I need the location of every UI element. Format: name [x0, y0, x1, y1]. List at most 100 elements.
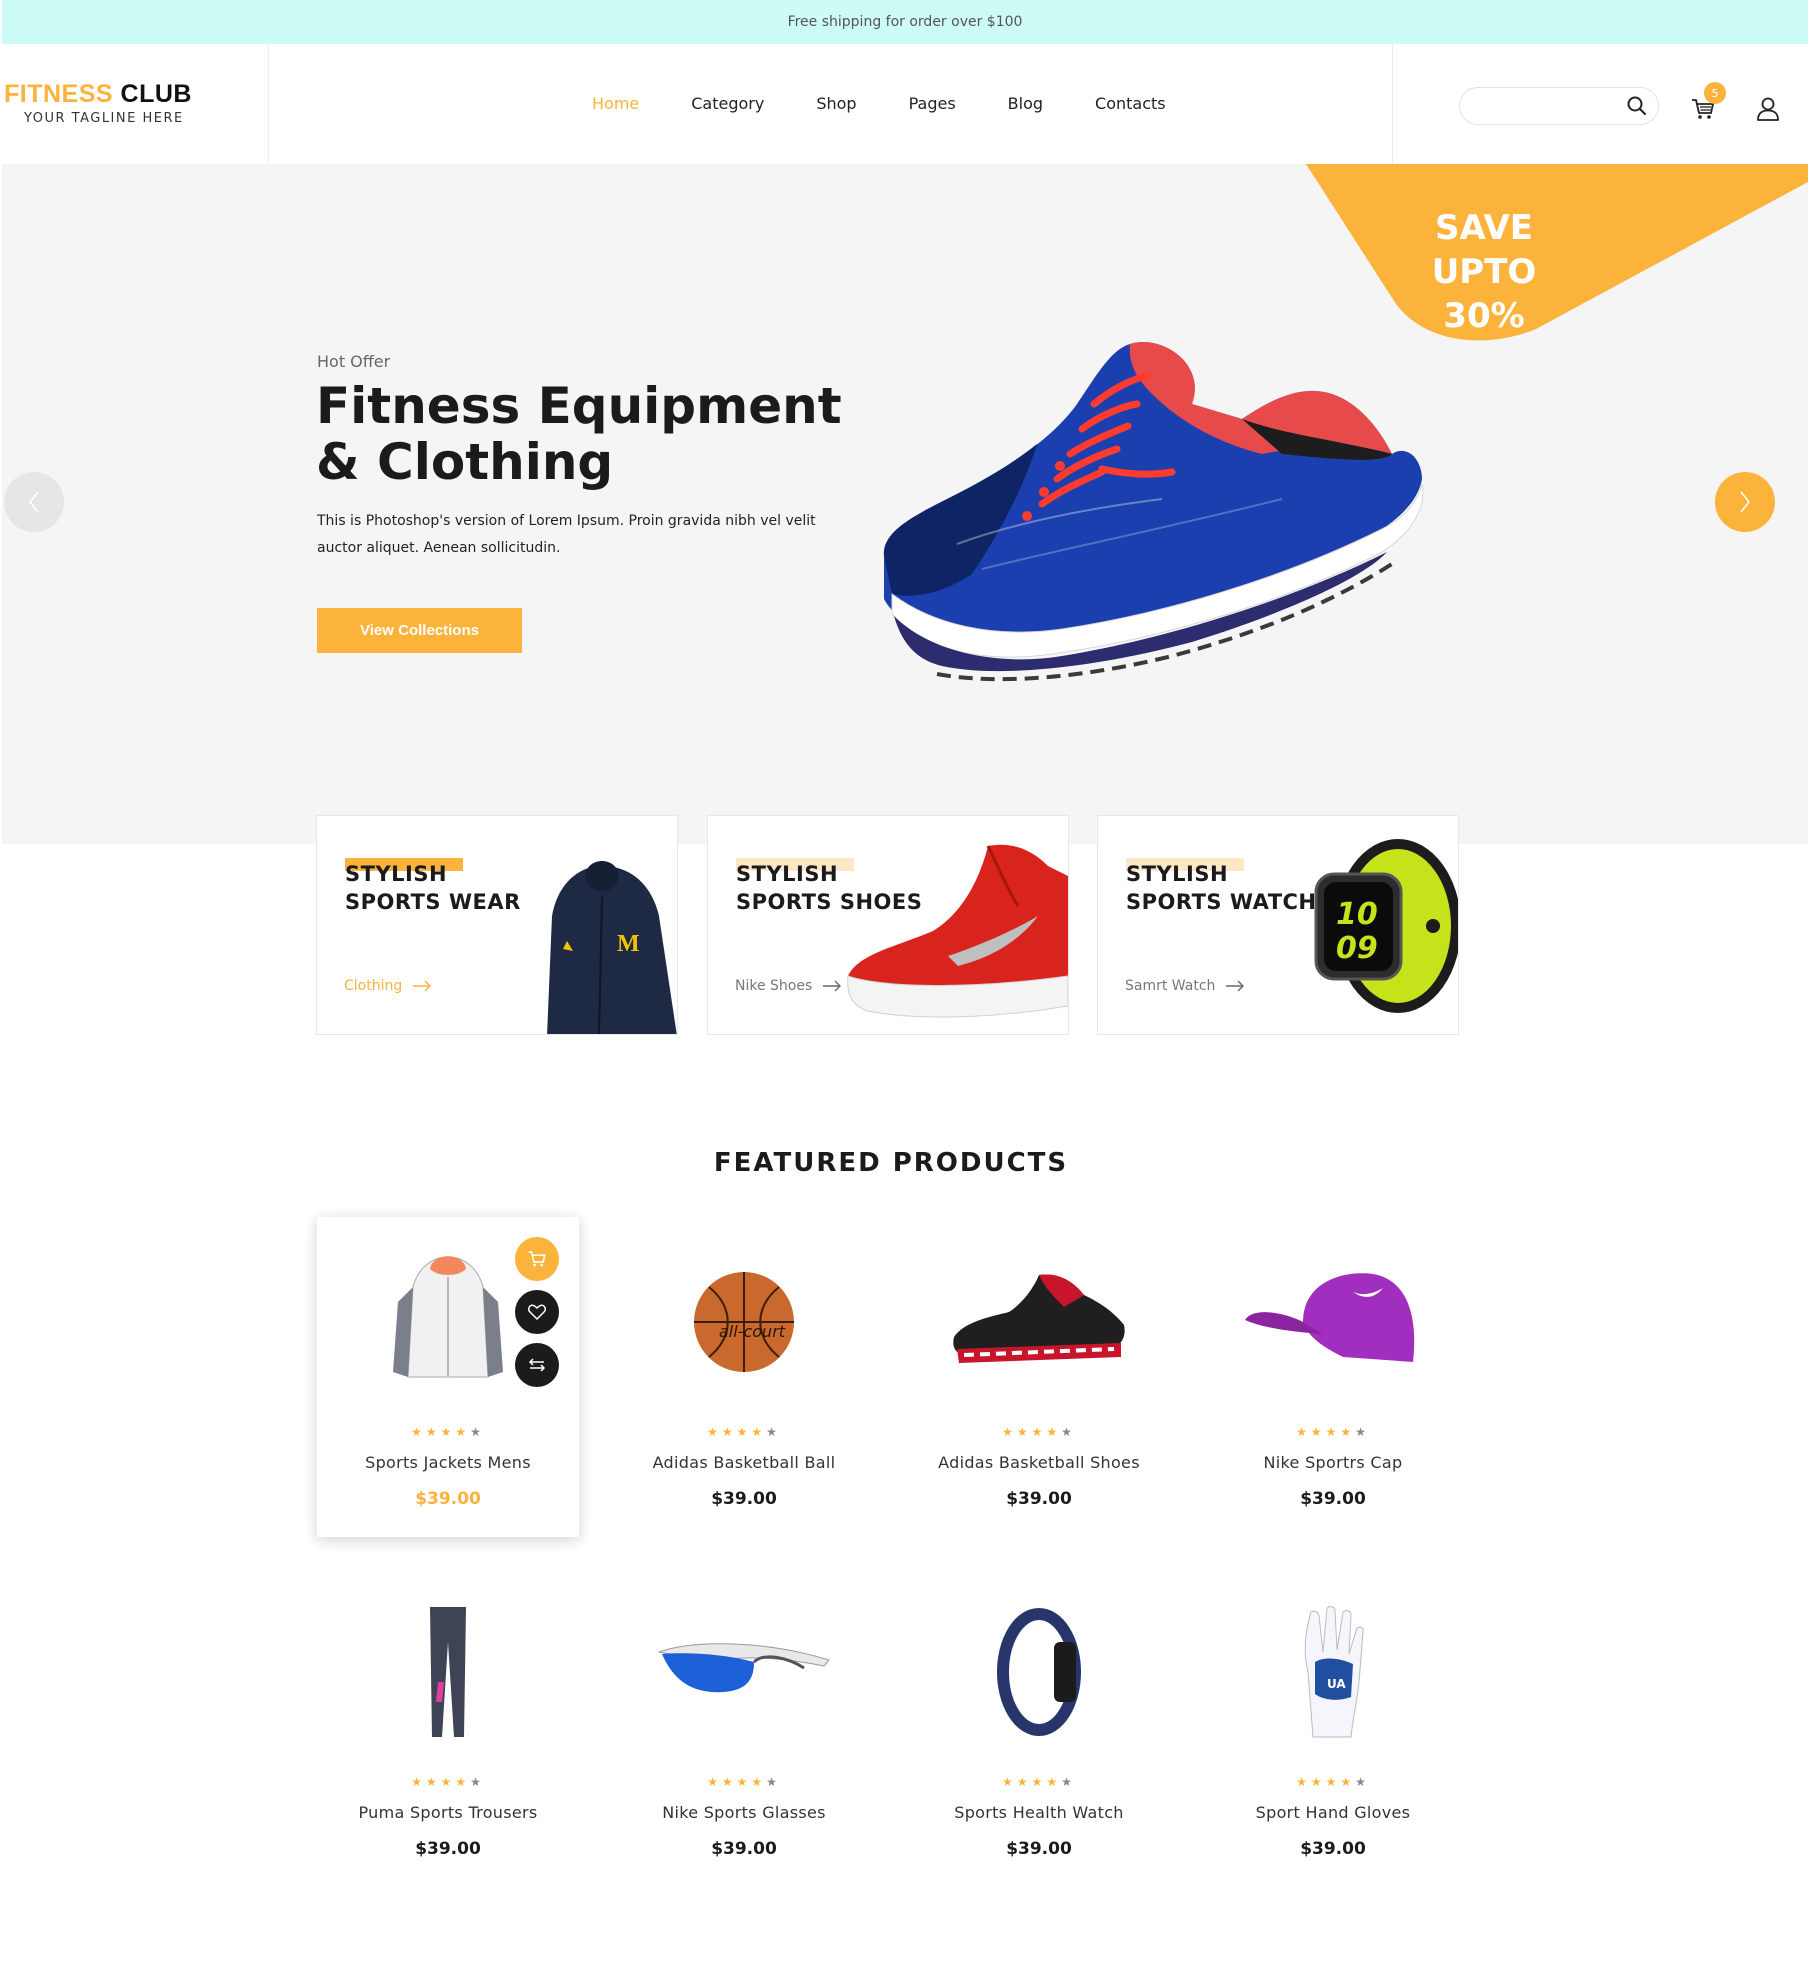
- account-button[interactable]: [1756, 96, 1780, 122]
- hero-title: Fitness Equipment & Clothing: [316, 378, 916, 490]
- hero-description-line-2: auctor aliquet. Aenean sollicitudin.: [317, 540, 561, 556]
- category-title: STYLISH SPORTS WEAR: [345, 860, 521, 916]
- cart-icon: [528, 1251, 546, 1267]
- product-name[interactable]: Adidas Basketball Ball: [583, 1453, 905, 1472]
- product-card[interactable]: ★★★★★ Sports Health Watch $39.00: [908, 1567, 1170, 1887]
- slider-next-button[interactable]: [1715, 472, 1775, 532]
- category-card-sports-wear[interactable]: STYLISH SPORTS WEAR Clothing M: [316, 815, 678, 1035]
- product-name[interactable]: Adidas Basketball Shoes: [878, 1453, 1200, 1472]
- search-input[interactable]: [1476, 96, 1616, 116]
- jacket-icon: [393, 1256, 503, 1378]
- chevron-left-icon: [28, 491, 39, 513]
- svg-text:M: M: [617, 931, 640, 957]
- sneaker-icon: [953, 1274, 1125, 1363]
- logo-word-2: CLUB: [120, 80, 192, 108]
- arrow-right-icon: [1226, 980, 1245, 992]
- category-card-sports-shoes[interactable]: STYLISH SPORTS SHOES Nike Shoes: [707, 815, 1069, 1035]
- jacket-image: M: [547, 861, 677, 1034]
- shipping-banner-text: Free shipping for order over $100: [787, 14, 1023, 30]
- swap-arrows-icon: [528, 1358, 546, 1372]
- running-shoe-image: [883, 342, 1424, 682]
- logo-tagline: YOUR TAGLINE HERE: [24, 111, 184, 126]
- product-image: [644, 1587, 844, 1757]
- product-card[interactable]: ★★★★★ Nike Sportrs Cap $39.00: [1202, 1217, 1464, 1537]
- product-card[interactable]: all-court ★★★★★ Adidas Basketball Ball $…: [613, 1217, 875, 1537]
- category-title: STYLISH SPORTS WATCH: [1126, 860, 1317, 916]
- product-actions: [515, 1237, 559, 1396]
- cap-icon: [1245, 1273, 1415, 1362]
- hero-description: This is Photoshop's version of Lorem Ips…: [317, 508, 837, 562]
- nav-blog[interactable]: Blog: [1008, 94, 1043, 113]
- product-card[interactable]: UA ★★★★★ Sport Hand Gloves $39.00: [1202, 1567, 1464, 1887]
- category-link-smart-watch[interactable]: Samrt Watch: [1125, 978, 1245, 994]
- hero-title-line-2: & Clothing: [316, 433, 614, 491]
- product-name[interactable]: Nike Sports Glasses: [583, 1803, 905, 1822]
- nav-shop[interactable]: Shop: [816, 94, 856, 113]
- product-card[interactable]: ★★★★★ Sports Jackets Mens $39.00: [317, 1217, 579, 1537]
- product-card[interactable]: ★★★★★ Adidas Basketball Shoes $39.00: [908, 1217, 1170, 1537]
- category-title-line-2: SPORTS WEAR: [345, 890, 521, 914]
- header-divider: [1392, 44, 1393, 164]
- site-header: FITNESS CLUB YOUR TAGLINE HERE Home Cate…: [2, 44, 1808, 164]
- product-image: [939, 1237, 1139, 1407]
- nav-pages[interactable]: Pages: [909, 94, 956, 113]
- slider-prev-button[interactable]: [4, 472, 64, 532]
- category-link-clothing[interactable]: Clothing: [344, 978, 432, 994]
- arrow-right-icon: [413, 980, 432, 992]
- product-image: all-court: [644, 1237, 844, 1407]
- product-name[interactable]: Sport Hand Gloves: [1172, 1803, 1494, 1822]
- rating-stars: ★★★★★: [707, 1775, 781, 1789]
- compare-button[interactable]: [515, 1343, 559, 1387]
- product-price: $39.00: [711, 1839, 777, 1859]
- svg-text:09: 09: [1336, 931, 1378, 966]
- logo-word-1: FITNESS: [4, 80, 114, 108]
- add-to-cart-button[interactable]: [515, 1237, 559, 1281]
- product-image: [1233, 1237, 1433, 1407]
- product-name[interactable]: Sports Health Watch: [878, 1803, 1200, 1822]
- chevron-right-icon: [1740, 491, 1751, 513]
- nav-home[interactable]: Home: [592, 94, 639, 113]
- nav-contacts[interactable]: Contacts: [1095, 94, 1166, 113]
- smartwatch-image: 10 09: [1314, 839, 1458, 1013]
- product-image: [939, 1587, 1139, 1757]
- promo-line-1: SAVE UPTO: [1431, 208, 1537, 292]
- main-nav: Home Category Shop Pages Blog Contacts: [592, 94, 1218, 113]
- product-name[interactable]: Nike Sportrs Cap: [1172, 1453, 1494, 1472]
- nav-category[interactable]: Category: [691, 94, 764, 113]
- product-price: $39.00: [415, 1839, 481, 1859]
- product-image: UA: [1233, 1587, 1433, 1757]
- product-price: $39.00: [1006, 1489, 1072, 1509]
- rating-stars: ★★★★★: [411, 1775, 485, 1789]
- category-card-sports-watch[interactable]: STYLISH SPORTS WATCH Samrt Watch 10 09: [1097, 815, 1459, 1035]
- svg-text:all-court: all-court: [719, 1322, 786, 1341]
- search-icon[interactable]: [1626, 95, 1648, 121]
- wishlist-button[interactable]: [515, 1290, 559, 1334]
- product-price: $39.00: [1300, 1489, 1366, 1509]
- product-name[interactable]: Sports Jackets Mens: [287, 1453, 609, 1472]
- category-link-label: Samrt Watch: [1125, 978, 1216, 994]
- product-image: [348, 1587, 548, 1757]
- product-price: $39.00: [1300, 1839, 1366, 1859]
- rating-stars: ★★★★★: [707, 1425, 781, 1439]
- hero-description-line-1: This is Photoshop's version of Lorem Ips…: [317, 513, 816, 529]
- product-card[interactable]: ★★★★★ Nike Sports Glasses $39.00: [613, 1567, 875, 1887]
- cart-button[interactable]: 5: [1690, 82, 1726, 122]
- product-name[interactable]: Puma Sports Trousers: [287, 1803, 609, 1822]
- category-link-nike-shoes[interactable]: Nike Shoes: [735, 978, 842, 994]
- svg-text:UA: UA: [1327, 1677, 1346, 1691]
- logo[interactable]: FITNESS CLUB YOUR TAGLINE HERE: [4, 80, 214, 126]
- view-collections-button[interactable]: View Collections: [317, 608, 522, 653]
- heart-icon: [528, 1304, 546, 1320]
- product-card[interactable]: ★★★★★ Puma Sports Trousers $39.00: [317, 1567, 579, 1887]
- basketball-icon: all-court: [694, 1272, 794, 1372]
- featured-products-title: FEATURED PRODUCTS: [713, 1148, 1069, 1178]
- product-price: $39.00: [711, 1489, 777, 1509]
- rating-stars: ★★★★★: [1296, 1775, 1370, 1789]
- fitness-band-icon: [997, 1608, 1081, 1736]
- category-title-line-2: SPORTS WATCH: [1126, 890, 1317, 914]
- hero-kicker: Hot Offer: [317, 352, 391, 371]
- category-title-line-1: STYLISH: [1126, 862, 1229, 886]
- category-link-label: Clothing: [344, 978, 403, 994]
- product-price: $39.00: [1006, 1839, 1072, 1859]
- product-price: $39.00: [415, 1489, 481, 1509]
